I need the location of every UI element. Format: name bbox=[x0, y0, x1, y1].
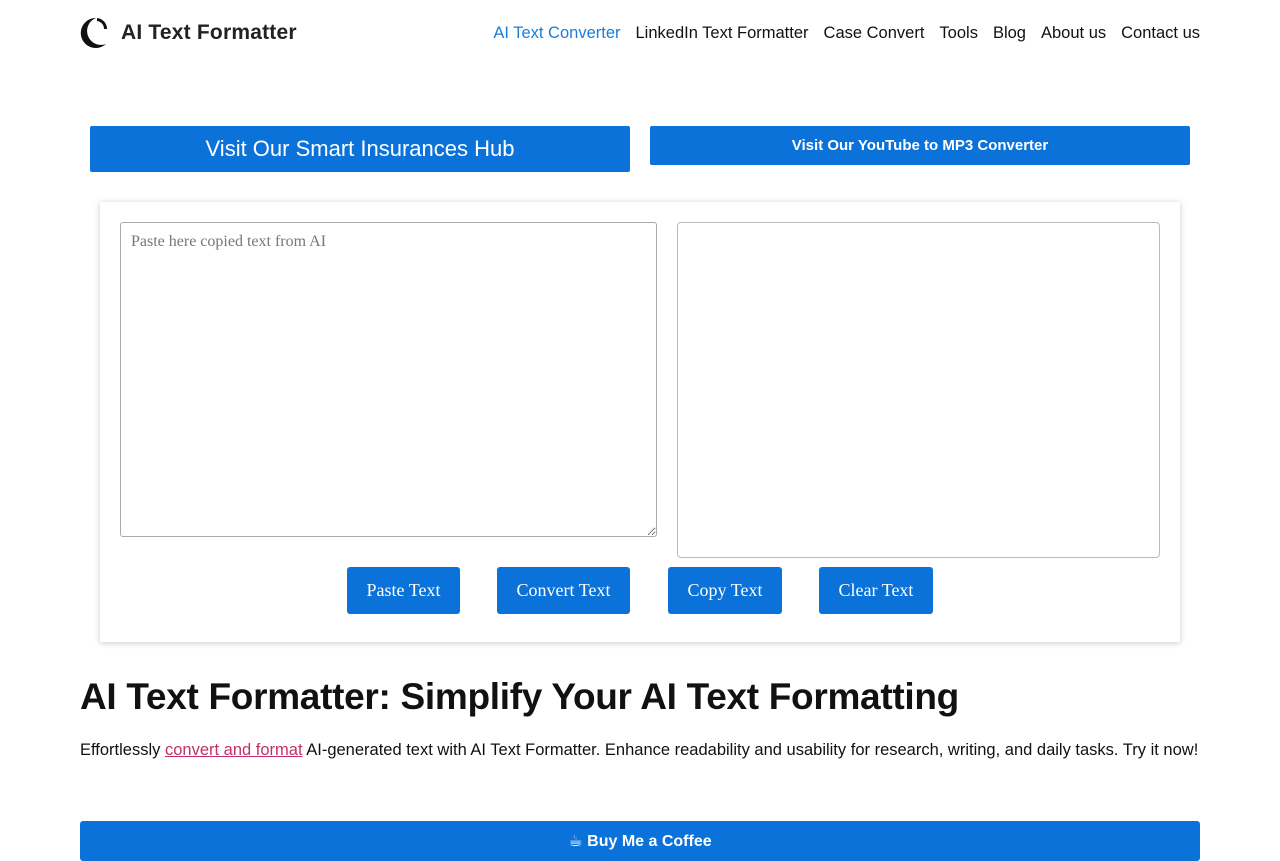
buy-me-a-coffee-button[interactable]: ☕ Buy Me a Coffee bbox=[80, 821, 1200, 861]
formatted-output[interactable] bbox=[677, 222, 1160, 558]
intro-text-start: Effortlessly bbox=[80, 741, 165, 759]
intro-paragraph: Effortlessly convert and format AI-gener… bbox=[80, 738, 1200, 762]
nav-case-convert[interactable]: Case Convert bbox=[824, 24, 925, 43]
converter-card: Paste Text Convert Text Copy Text Clear … bbox=[100, 202, 1180, 642]
nav-tools[interactable]: Tools bbox=[939, 24, 978, 43]
page-heading: AI Text Formatter: Simplify Your AI Text… bbox=[80, 676, 959, 717]
nav-blog[interactable]: Blog bbox=[993, 24, 1026, 43]
insurance-hub-button[interactable]: Visit Our Smart Insurances Hub bbox=[90, 126, 630, 172]
convert-text-button[interactable]: Convert Text bbox=[497, 567, 630, 614]
youtube-mp3-button[interactable]: Visit Our YouTube to MP3 Converter bbox=[650, 126, 1190, 165]
ai-text-input[interactable] bbox=[120, 222, 657, 537]
brand[interactable]: AI Text Formatter bbox=[80, 17, 297, 49]
nav-contact-us[interactable]: Contact us bbox=[1121, 24, 1200, 43]
nav-about-us[interactable]: About us bbox=[1041, 24, 1106, 43]
convert-and-format-link[interactable]: convert and format bbox=[165, 741, 303, 759]
nav-linkedin-text-formatter[interactable]: LinkedIn Text Formatter bbox=[636, 24, 809, 43]
copy-text-button[interactable]: Copy Text bbox=[668, 567, 782, 614]
main-nav: AI Text Converter LinkedIn Text Formatte… bbox=[493, 24, 1200, 43]
intro-text-end: AI-generated text with AI Text Formatter… bbox=[302, 741, 1199, 759]
site-header: AI Text Formatter AI Text Converter Link… bbox=[80, 0, 1200, 66]
clear-text-button[interactable]: Clear Text bbox=[819, 567, 933, 614]
brand-title: AI Text Formatter bbox=[121, 21, 297, 44]
converter-actions: Paste Text Convert Text Copy Text Clear … bbox=[100, 567, 1180, 614]
paste-text-button[interactable]: Paste Text bbox=[347, 567, 460, 614]
crescent-logo-icon bbox=[80, 17, 107, 49]
nav-ai-text-converter[interactable]: AI Text Converter bbox=[493, 24, 620, 43]
